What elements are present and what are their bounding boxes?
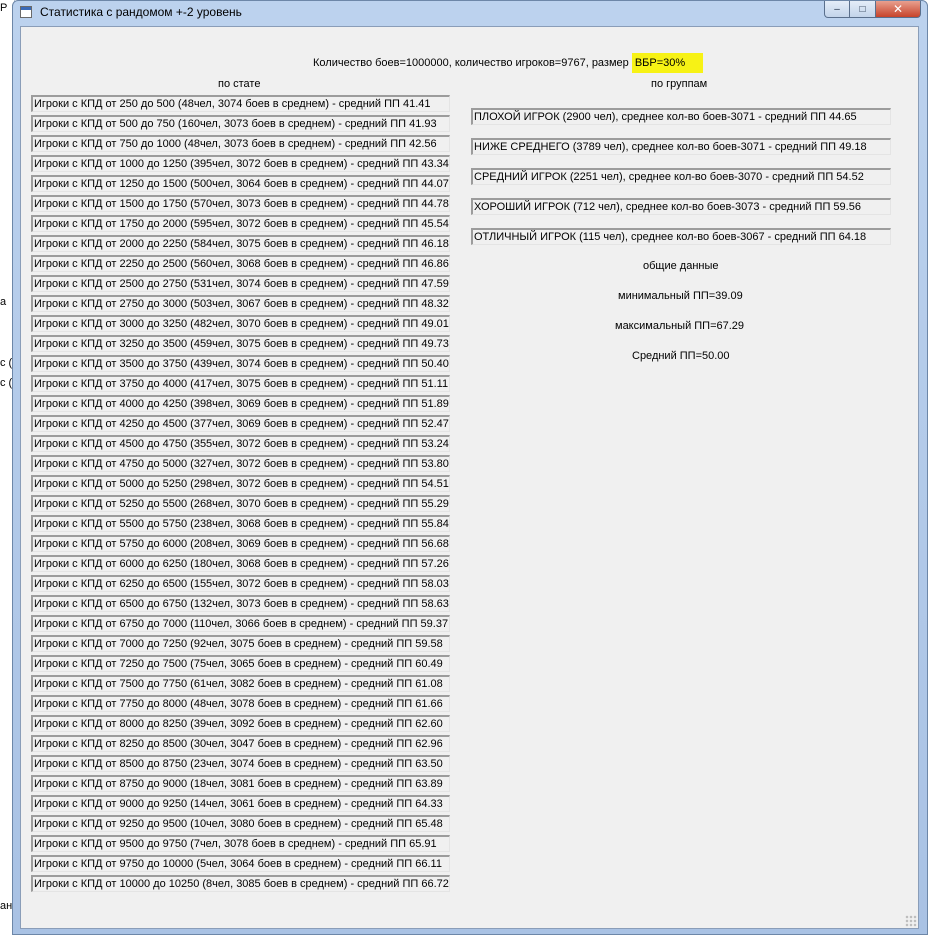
stat-row-field[interactable]: Игроки с КПД от 8750 до 9000 (18чел, 308… [31,775,450,792]
avg-pp-value: Средний ПП=50.00 [632,350,730,362]
stat-row-field[interactable]: Игроки с КПД от 2000 до 2250 (584чел, 30… [31,235,450,252]
by-stat-title: по стате [218,78,261,90]
background-fragment: Р [0,2,8,14]
stat-row-field[interactable]: Игроки с КПД от 3250 до 3500 (459чел, 30… [31,335,450,352]
stat-row-field[interactable]: Игроки с КПД от 5500 до 5750 (238чел, 30… [31,515,450,532]
stat-row-field[interactable]: Игроки с КПД от 4250 до 4500 (377чел, 30… [31,415,450,432]
stat-row-field[interactable]: Игроки с КПД от 1250 до 1500 (500чел, 30… [31,175,450,192]
stat-row-field[interactable]: Игроки с КПД от 3500 до 3750 (439чел, 30… [31,355,450,372]
stat-row-field[interactable]: Игроки с КПД от 4000 до 4250 (398чел, 30… [31,395,450,412]
stat-row-field[interactable]: Игроки с КПД от 7000 до 7250 (92чел, 307… [31,635,450,652]
stat-row-field[interactable]: Игроки с КПД от 5250 до 5500 (268чел, 30… [31,495,450,512]
app-window: Статистика с рандомом +-2 уровень – □ ✕ … [12,0,928,935]
general-title: общие данные [643,260,719,272]
stat-row-field[interactable]: Игроки с КПД от 6750 до 7000 (110чел, 30… [31,615,450,632]
background-fragment: с ( [0,357,12,369]
stat-row-field[interactable]: Игроки с КПД от 6500 до 6750 (132чел, 30… [31,595,450,612]
stat-row-field[interactable]: Игроки с КПД от 7750 до 8000 (48чел, 307… [31,695,450,712]
stat-row-field[interactable]: Игроки с КПД от 1000 до 1250 (395чел, 30… [31,155,450,172]
stat-row-field[interactable]: Игроки с КПД от 1750 до 2000 (595чел, 30… [31,215,450,232]
minimize-icon: – [834,3,840,15]
stat-row-field[interactable]: Игроки с КПД от 7500 до 7750 (61чел, 308… [31,675,450,692]
client-area: Количество боев=1000000, количество игро… [20,26,919,929]
group-row-field[interactable]: ХОРОШИЙ ИГРОК (712 чел), среднее кол-во … [471,198,891,215]
summary-text: Количество боев=1000000, количество игро… [313,57,629,69]
stat-row-field[interactable]: Игроки с КПД от 1500 до 1750 (570чел, 30… [31,195,450,212]
stat-row-field[interactable]: Игроки с КПД от 7250 до 7500 (75чел, 306… [31,655,450,672]
stat-row-field[interactable]: Игроки с КПД от 250 до 500 (48чел, 3074 … [31,95,450,112]
minimize-button[interactable]: – [824,1,850,18]
resize-grip[interactable] [905,915,917,927]
maximize-icon: □ [859,3,866,15]
stat-row-field[interactable]: Игроки с КПД от 5750 до 6000 (208чел, 30… [31,535,450,552]
stat-row-field[interactable]: Игроки с КПД от 6250 до 6500 (155чел, 30… [31,575,450,592]
max-pp-value: максимальный ПП=67.29 [615,320,745,332]
maximize-button[interactable]: □ [850,1,876,18]
stat-row-field[interactable]: Игроки с КПД от 9500 до 9750 (7чел, 3078… [31,835,450,852]
stat-row-field[interactable]: Игроки с КПД от 500 до 750 (160чел, 3073… [31,115,450,132]
group-row-field[interactable]: ПЛОХОЙ ИГРОК (2900 чел), среднее кол-во … [471,108,891,125]
close-button[interactable]: ✕ [876,1,921,18]
min-pp-value: минимальный ПП=39.09 [618,290,743,302]
group-row-field[interactable]: ОТЛИЧНЫЙ ИГРОК (115 чел), среднее кол-во… [471,228,891,245]
background-fragment: с ( [0,377,12,389]
stat-row-field[interactable]: Игроки с КПД от 6000 до 6250 (180чел, 30… [31,555,450,572]
group-row-field[interactable]: СРЕДНИЙ ИГРОК (2251 чел), среднее кол-во… [471,168,891,185]
group-row-field[interactable]: НИЖЕ СРЕДНЕГО (3789 чел), среднее кол-во… [471,138,891,155]
stat-row-field[interactable]: Игроки с КПД от 9000 до 9250 (14чел, 306… [31,795,450,812]
window-title: Статистика с рандомом +-2 уровень [40,5,242,19]
caption-buttons: – □ ✕ [824,1,921,19]
stat-row-field[interactable]: Игроки с КПД от 8500 до 8750 (23чел, 307… [31,755,450,772]
desktop: Р с ( с ( а ан Статистика с рандомом +-2… [0,0,928,935]
stat-row-field[interactable]: Игроки с КПД от 5000 до 5250 (298чел, 30… [31,475,450,492]
stat-row-field[interactable]: Игроки с КПД от 8250 до 8500 (30чел, 304… [31,735,450,752]
background-fragment: ан [0,900,12,912]
stat-row-field[interactable]: Игроки с КПД от 3000 до 3250 (482чел, 30… [31,315,450,332]
stat-row-field[interactable]: Игроки с КПД от 3750 до 4000 (417чел, 30… [31,375,450,392]
stat-row-field[interactable]: Игроки с КПД от 4500 до 4750 (355чел, 30… [31,435,450,452]
stat-row-field[interactable]: Игроки с КПД от 9750 до 10000 (5чел, 306… [31,855,450,872]
stat-row-field[interactable]: Игроки с КПД от 4750 до 5000 (327чел, 30… [31,455,450,472]
stat-row-field[interactable]: Игроки с КПД от 750 до 1000 (48чел, 3073… [31,135,450,152]
stat-row-field[interactable]: Игроки с КПД от 8000 до 8250 (39чел, 309… [31,715,450,732]
stat-row-field[interactable]: Игроки с КПД от 9250 до 9500 (10чел, 308… [31,815,450,832]
stat-row-field[interactable]: Игроки с КПД от 10000 до 10250 (8чел, 30… [31,875,450,892]
stat-row-field[interactable]: Игроки с КПД от 2500 до 2750 (531чел, 30… [31,275,450,292]
vbr-highlight: ВБР=30% [631,53,704,73]
stat-row-field[interactable]: Игроки с КПД от 2750 до 3000 (503чел, 30… [31,295,450,312]
summary-line: Количество боев=1000000, количество игро… [313,53,704,73]
close-icon: ✕ [892,2,904,16]
stat-row-field[interactable]: Игроки с КПД от 2250 до 2500 (560чел, 30… [31,255,450,272]
title-bar[interactable]: Статистика с рандомом +-2 уровень – □ ✕ [13,1,927,25]
background-fragment: а [0,296,7,308]
window-app-icon[interactable] [20,6,32,18]
by-group-title: по группам [651,78,708,90]
